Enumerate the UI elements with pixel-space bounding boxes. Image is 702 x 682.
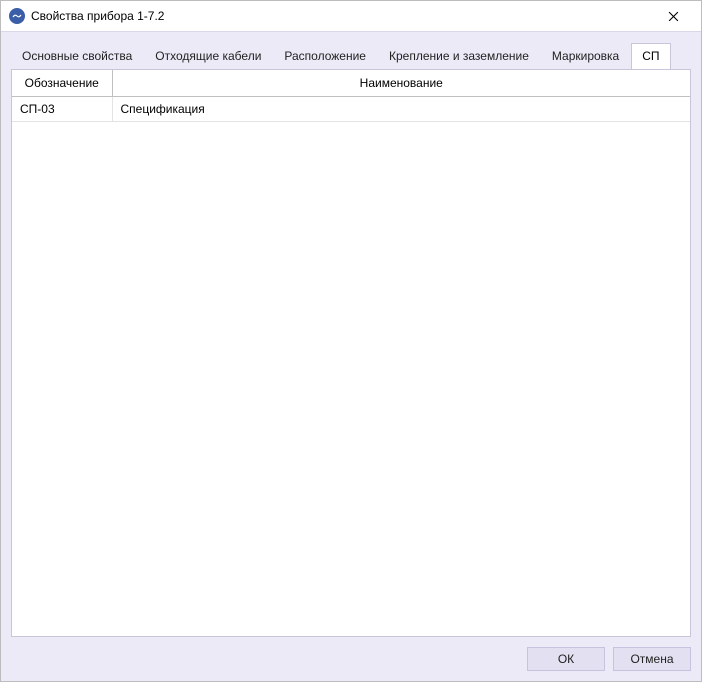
- window-title: Свойства прибора 1-7.2: [31, 9, 164, 23]
- table-header-row: Обозначение Наименование: [12, 70, 690, 97]
- table-row[interactable]: СП-03 Спецификация: [12, 97, 690, 122]
- tab-mounting-ground[interactable]: Крепление и заземление: [378, 43, 540, 70]
- tabstrip: Основные свойства Отходящие кабели Распо…: [11, 42, 691, 69]
- spec-table: Обозначение Наименование СП-03 Специфика…: [12, 70, 690, 122]
- dialog-window: Свойства прибора 1-7.2 Основные свойства…: [0, 0, 702, 682]
- tab-marking[interactable]: Маркировка: [541, 43, 630, 70]
- close-button[interactable]: [653, 2, 693, 30]
- app-icon: [9, 8, 25, 24]
- client-area: Основные свойства Отходящие кабели Распо…: [1, 31, 701, 681]
- tab-panel: Обозначение Наименование СП-03 Специфика…: [11, 69, 691, 637]
- button-bar: ОК Отмена: [11, 637, 691, 671]
- col-header-code[interactable]: Обозначение: [12, 70, 112, 97]
- cell-name[interactable]: Спецификация: [112, 97, 690, 122]
- ok-button[interactable]: ОК: [527, 647, 605, 671]
- titlebar: Свойства прибора 1-7.2: [1, 1, 701, 31]
- tab-outgoing-cables[interactable]: Отходящие кабели: [144, 43, 272, 70]
- tab-location[interactable]: Расположение: [273, 43, 377, 70]
- col-header-name[interactable]: Наименование: [112, 70, 690, 97]
- tab-main-properties[interactable]: Основные свойства: [11, 43, 143, 70]
- cancel-button[interactable]: Отмена: [613, 647, 691, 671]
- tab-sp[interactable]: СП: [631, 43, 670, 70]
- cell-code[interactable]: СП-03: [12, 97, 112, 122]
